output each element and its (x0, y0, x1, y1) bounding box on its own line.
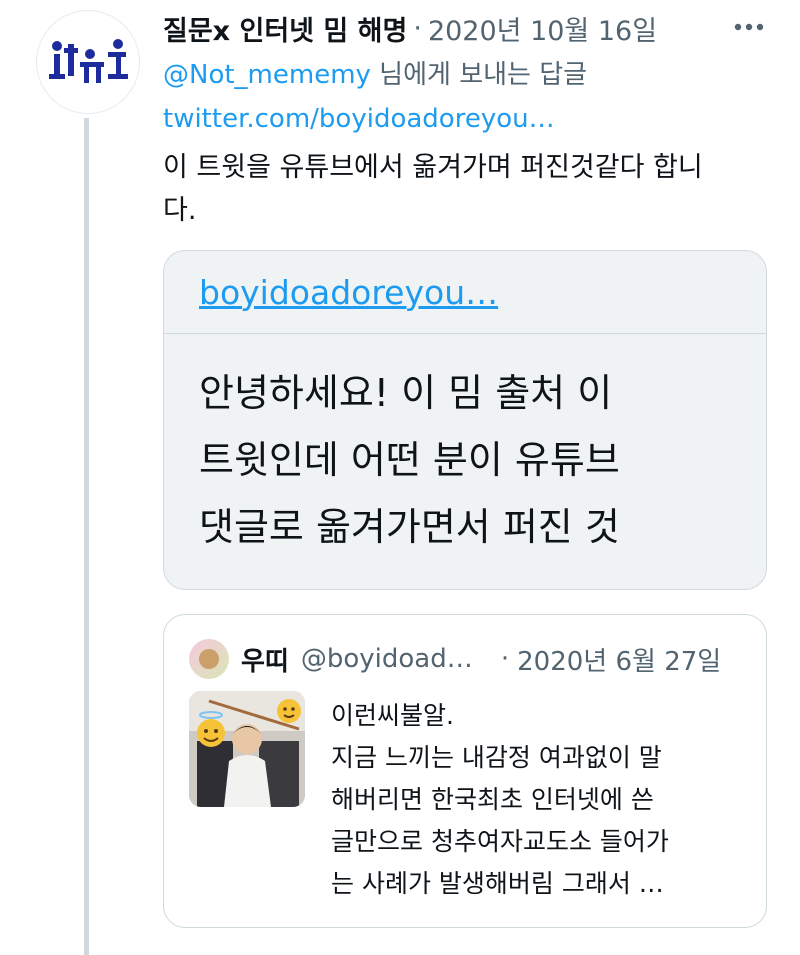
quoted-author-name[interactable]: 우띠 (241, 641, 289, 678)
quoted-tweet[interactable]: 우띠 @boyidoad… · 2020년 6월 27일 이런씨불알. 지금 느… (163, 614, 767, 928)
quoted-text-line: 는 사례가 발생해버림 그래서 … (331, 869, 664, 898)
tweet-text: 이 트윗을 유튜브에서 옮겨가며 퍼진것같다 합니 다. (163, 146, 763, 232)
quoted-tweet-text: 이런씨불알. 지금 느끼는 내감정 여과없이 말 해버리면 한국최초 인터넷에 … (331, 695, 751, 905)
link-preview-card[interactable]: boyidoadoreyou… 안녕하세요! 이 밈 출처 이 트윗인데 어떤 … (163, 250, 767, 590)
reply-to-handle[interactable]: @Not_mememy (163, 60, 371, 90)
quoted-author-handle[interactable]: @boyidoad… (301, 644, 483, 674)
quoted-text-line: 글만으로 청추여자교도소 들어가 (331, 827, 669, 856)
thread-connector-line (84, 118, 89, 955)
photo-thumbnail-icon (189, 691, 305, 807)
card-body: 안녕하세요! 이 밈 출처 이 트윗인데 어떤 분이 유튜브 댓글로 옮겨가면서… (164, 334, 766, 561)
more-options-button[interactable] (732, 10, 766, 44)
author-avatar[interactable] (36, 10, 140, 114)
quoted-header-separator: · (500, 644, 510, 674)
quoted-text-line: 이런씨불알. (331, 701, 454, 730)
header-separator: · (413, 12, 422, 44)
card-link[interactable]: boyidoadoreyou… (199, 273, 498, 312)
quoted-text-line: 해버리면 한국최초 인터넷에 쓴 (331, 785, 654, 814)
card-text-line: 트윗인데 어떤 분이 유튜브 (199, 438, 620, 482)
more-dots-icon (734, 23, 764, 31)
tweet-link[interactable]: twitter.com/boyidoadoreyou… (163, 104, 555, 134)
reply-to-suffix: 님에게 보내는 답글 (370, 60, 588, 90)
quoted-media-thumbnail[interactable] (189, 691, 305, 807)
card-text-line: 댓글로 옮겨가면서 퍼진 것 (199, 505, 620, 549)
card-text-line: 안녕하세요! 이 밈 출처 이 (199, 371, 613, 415)
quoted-text-line: 지금 느끼는 내감정 여과없이 말 (331, 743, 662, 772)
quoted-author-avatar[interactable] (189, 639, 229, 679)
tweet-text-line: 다. (163, 195, 197, 226)
avatar-logo-icon (49, 39, 128, 83)
reply-to-line: @Not_mememy 님에게 보내는 답글 (163, 54, 587, 91)
tweet-header: 질문x 인터넷 밈 해명 · 2020년 10월 16일 (163, 8, 763, 48)
tweet-date[interactable]: 2020년 10월 16일 (428, 9, 657, 48)
quoted-tweet-header: 우띠 @boyidoad… · 2020년 6월 27일 (189, 637, 721, 681)
tweet-text-line: 이 트윗을 유튜브에서 옮겨가며 퍼진것같다 합니 (163, 152, 703, 183)
author-name[interactable]: 질문x 인터넷 밈 해명 (163, 9, 407, 48)
quoted-tweet-date[interactable]: 2020년 6월 27일 (517, 641, 721, 678)
card-link-row: boyidoadoreyou… (164, 251, 766, 334)
